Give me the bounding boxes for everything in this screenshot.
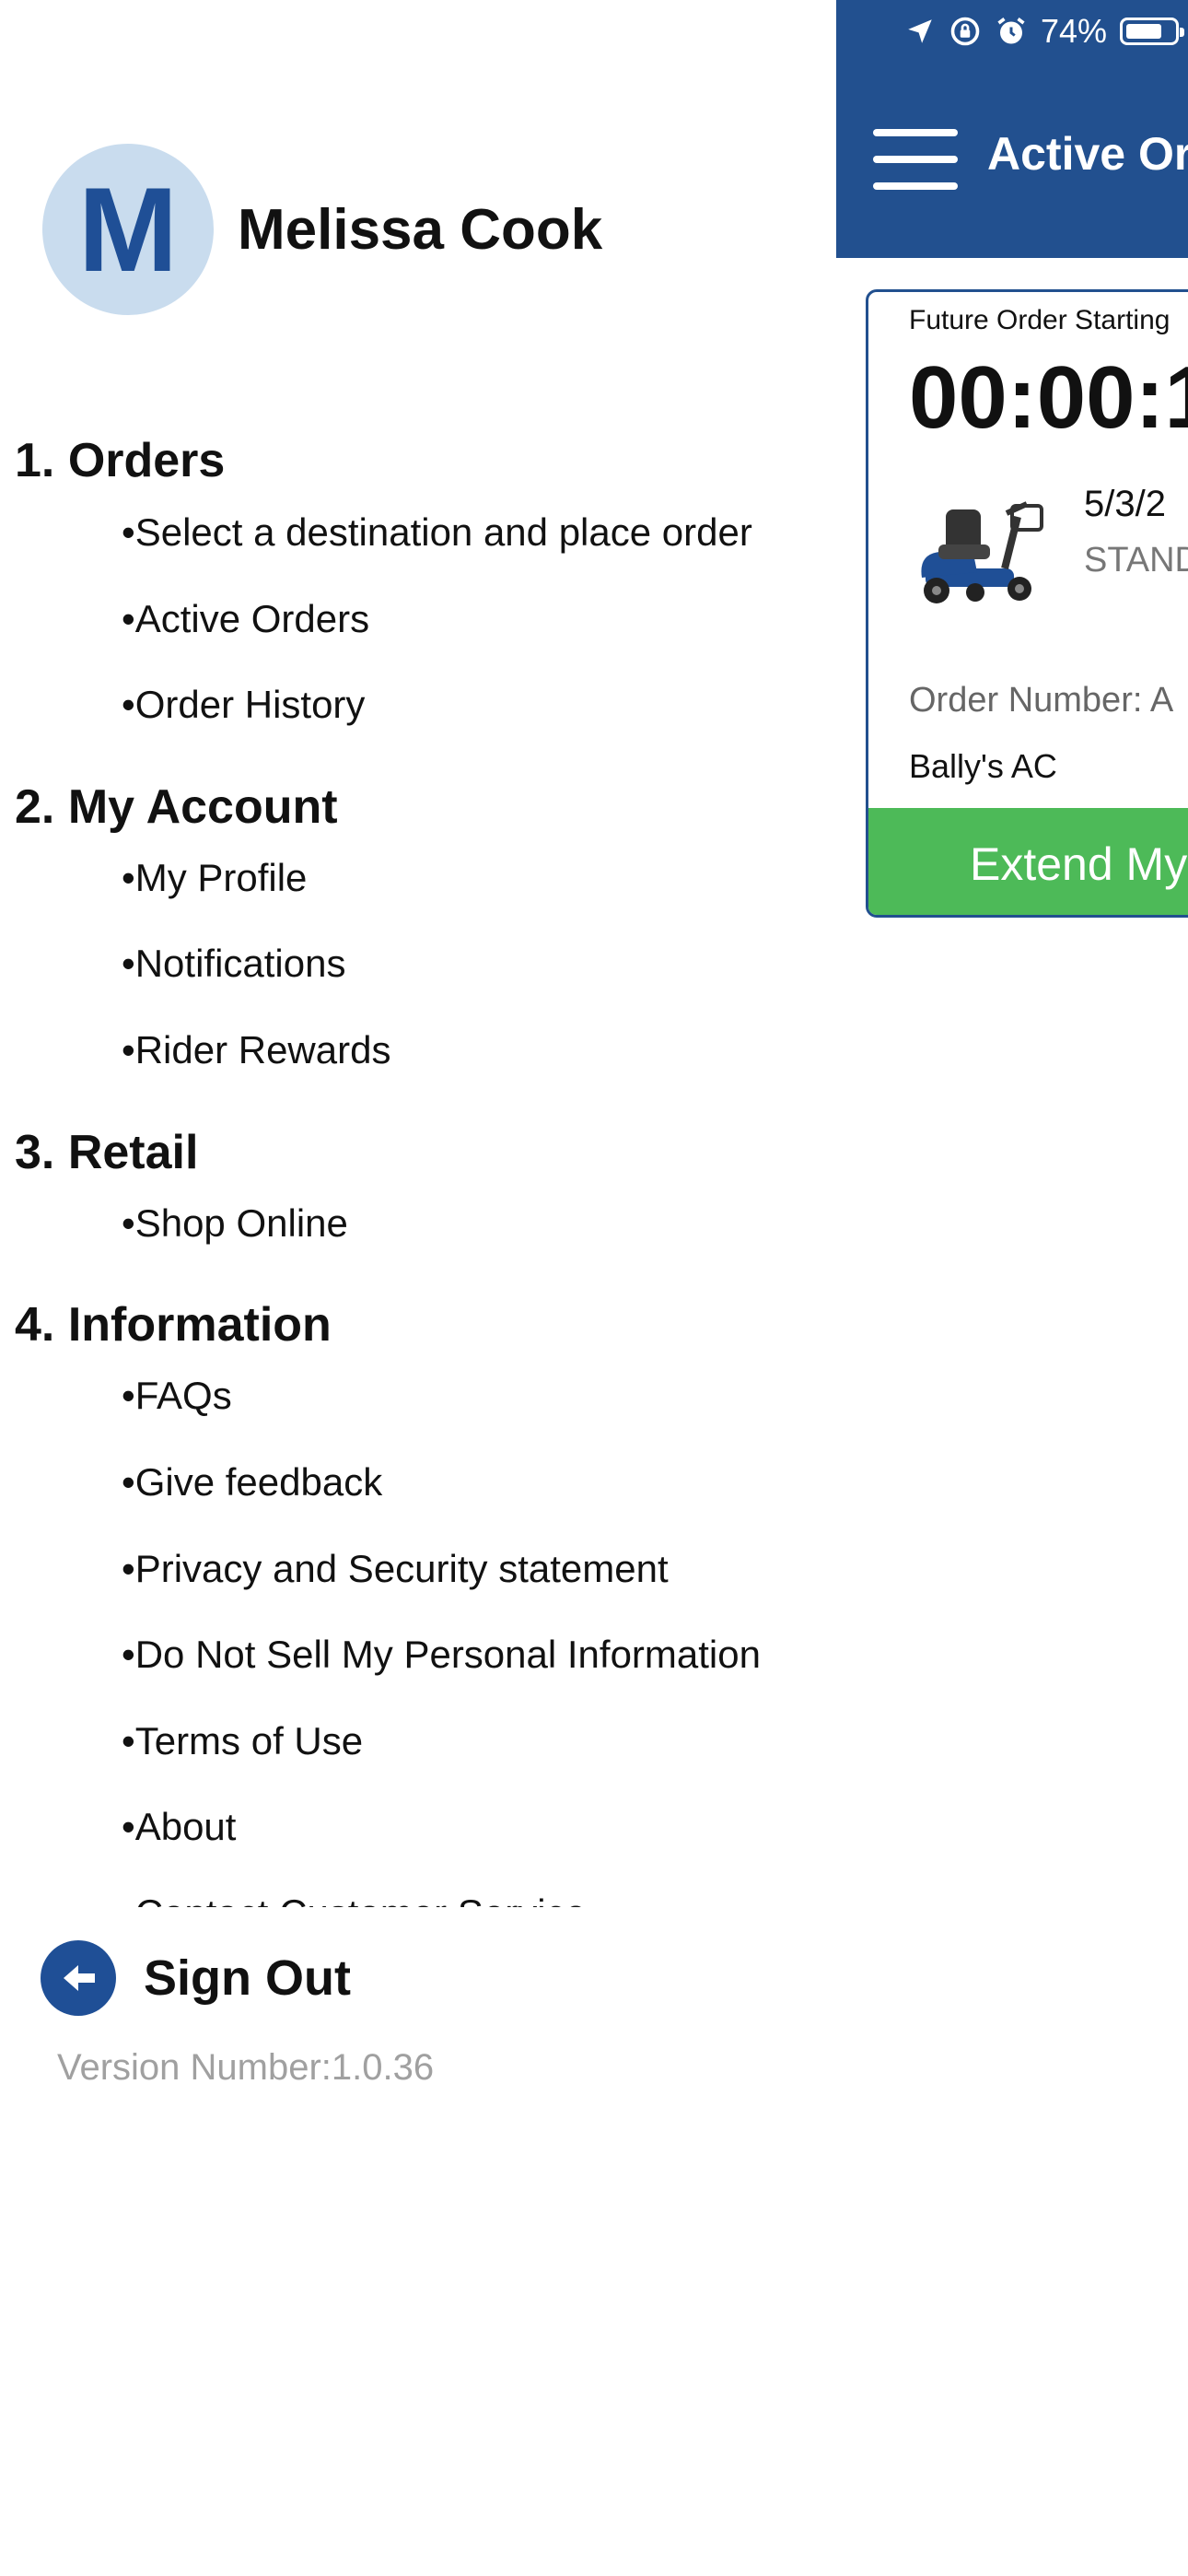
extend-order-button[interactable]: Extend My [868,808,1188,915]
section-title-information: 4. Information [15,1298,332,1352]
page-title: Active Orders [987,128,1188,180]
menu-item-faqs[interactable]: •FAQs [122,1374,232,1418]
order-status-caption: Future Order Starting [909,305,1171,335]
menu-item-rider-rewards[interactable]: •Rider Rewards [122,1028,390,1072]
battery-icon [1120,18,1184,45]
countdown-timer: 00:00:1 [909,348,1188,447]
app-header: 74% Active Orders [836,0,1188,258]
status-bar: 74% [904,12,1184,50]
scooter-type: STAND [1084,541,1188,580]
menu-item-terms-of-use[interactable]: •Terms of Use [122,1719,363,1763]
mobility-scooter-image [909,480,1049,616]
avatar-initial: M [77,162,179,297]
menu-item-privacy-security[interactable]: •Privacy and Security statement [122,1547,669,1591]
section-title-retail: 3. Retail [15,1126,199,1179]
active-orders-screen: 74% Active Orders Future Order Starting … [836,0,1188,2576]
menu-item-about[interactable]: •About [122,1805,236,1849]
menu-item-give-feedback[interactable]: •Give feedback [122,1460,382,1505]
menu-item-do-not-sell[interactable]: •Do Not Sell My Personal Information [122,1633,761,1677]
order-date: 5/3/2 [1084,484,1166,524]
menu-item-notifications[interactable]: •Notifications [122,942,345,986]
drawer-menu[interactable]: 1. Orders •Select a destination and plac… [0,415,836,1907]
avatar[interactable]: M [42,144,214,315]
menu-item-place-order[interactable]: •Select a destination and place order [122,510,752,555]
navigation-drawer: M Melissa Cook 1. Orders •Select a desti… [0,0,836,2576]
order-card[interactable]: Future Order Starting 00:00:1 5/3/2 STAN… [866,289,1188,918]
section-title-orders: 1. Orders [15,434,226,487]
menu-item-order-history[interactable]: •Order History [122,683,365,727]
location-arrow-icon [904,16,936,47]
menu-item-shop-online[interactable]: •Shop Online [122,1201,348,1246]
section-title-my-account: 2. My Account [15,780,338,834]
arrow-left-circle-icon [41,1940,116,2016]
user-name: Melissa Cook [238,198,603,262]
menu-item-active-orders[interactable]: •Active Orders [122,597,369,641]
sign-out-label: Sign Out [144,1950,351,2006]
sign-out-button[interactable]: Sign Out [41,1940,351,2016]
menu-item-contact-customer-service[interactable]: •Contact Customer Service [122,1891,587,1907]
menu-item-my-profile[interactable]: •My Profile [122,856,307,900]
version-number: Version Number:1.0.36 [57,2047,435,2088]
order-number: Order Number: A [909,681,1174,720]
rotation-lock-icon [949,15,982,48]
hamburger-menu-icon[interactable] [873,129,958,190]
battery-percent: 74% [1040,12,1107,50]
alarm-icon [995,15,1028,48]
order-location: Bally's AC [909,747,1057,785]
